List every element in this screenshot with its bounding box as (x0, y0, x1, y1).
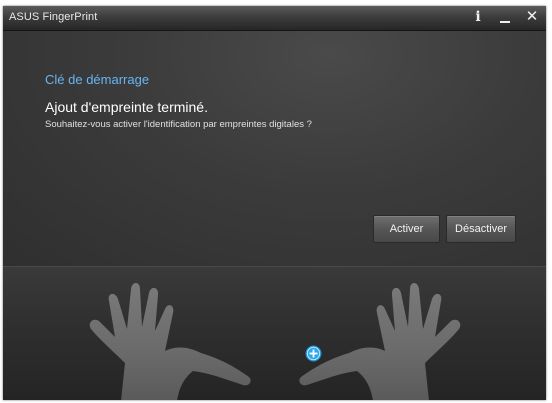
activate-button[interactable]: Activer (373, 215, 440, 243)
info-icon: i (475, 9, 481, 25)
asus-fingerprint-window: ASUS FingerPrint i ✕ Clé de démarrage Aj… (0, 0, 552, 403)
right-hand-icon (299, 283, 461, 400)
left-hand-icon (89, 283, 251, 400)
add-finger-icon (305, 345, 322, 362)
completion-heading: Ajout d'empreinte terminé. (45, 99, 208, 115)
close-icon: ✕ (525, 8, 539, 25)
hands-area (3, 266, 546, 400)
add-finger-marker[interactable] (305, 345, 322, 362)
app-title: ASUS FingerPrint (9, 11, 98, 23)
deactivate-button[interactable]: Désactiver (446, 215, 516, 243)
hands-illustration (89, 283, 461, 400)
info-button[interactable]: i (465, 6, 491, 30)
minimize-icon (500, 21, 510, 23)
content-panel: Clé de démarrage Ajout d'empreinte termi… (3, 31, 546, 266)
step-title: Clé de démarrage (45, 72, 150, 87)
window-frame: ASUS FingerPrint i ✕ Clé de démarrage Aj… (3, 6, 546, 400)
activation-question: Souhaitez-vous activer l'identification … (45, 119, 312, 130)
close-button[interactable]: ✕ (519, 6, 545, 30)
title-bar[interactable]: ASUS FingerPrint i ✕ (3, 6, 546, 31)
minimize-button[interactable] (492, 6, 518, 30)
